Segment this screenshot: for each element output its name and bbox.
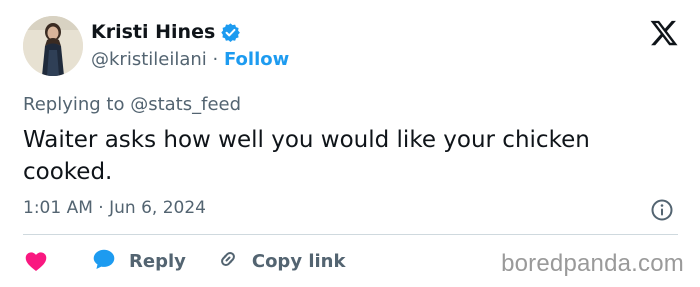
avatar[interactable] bbox=[23, 16, 83, 76]
author-name[interactable]: Kristi Hines bbox=[91, 21, 215, 43]
heart-icon bbox=[23, 248, 49, 274]
copy-link-label: Copy link bbox=[251, 250, 346, 272]
like-button[interactable] bbox=[23, 248, 49, 274]
tweet-time[interactable]: 1:01 AM bbox=[23, 198, 93, 218]
x-logo-icon[interactable] bbox=[649, 18, 679, 48]
replying-to-text[interactable]: Replying to @stats_feed bbox=[23, 94, 241, 115]
follow-button[interactable]: Follow bbox=[224, 49, 289, 70]
verified-badge-icon bbox=[220, 22, 241, 43]
reply-button[interactable]: Reply bbox=[91, 246, 186, 276]
tweet-text: Waiter asks how well you would like your… bbox=[23, 127, 590, 185]
tweet-date[interactable]: Jun 6, 2024 bbox=[109, 198, 206, 218]
watermark: boredpanda.com bbox=[501, 250, 684, 277]
copy-link-button[interactable]: Copy link bbox=[216, 247, 346, 275]
reply-label: Reply bbox=[129, 250, 186, 272]
author-handle[interactable]: @kristileilani bbox=[91, 49, 207, 70]
meta-separator: · bbox=[98, 198, 104, 218]
info-icon[interactable] bbox=[650, 198, 674, 222]
link-icon bbox=[216, 247, 240, 275]
reply-bubble-icon bbox=[91, 246, 117, 276]
divider bbox=[23, 234, 678, 235]
handle-separator: · bbox=[212, 49, 219, 70]
